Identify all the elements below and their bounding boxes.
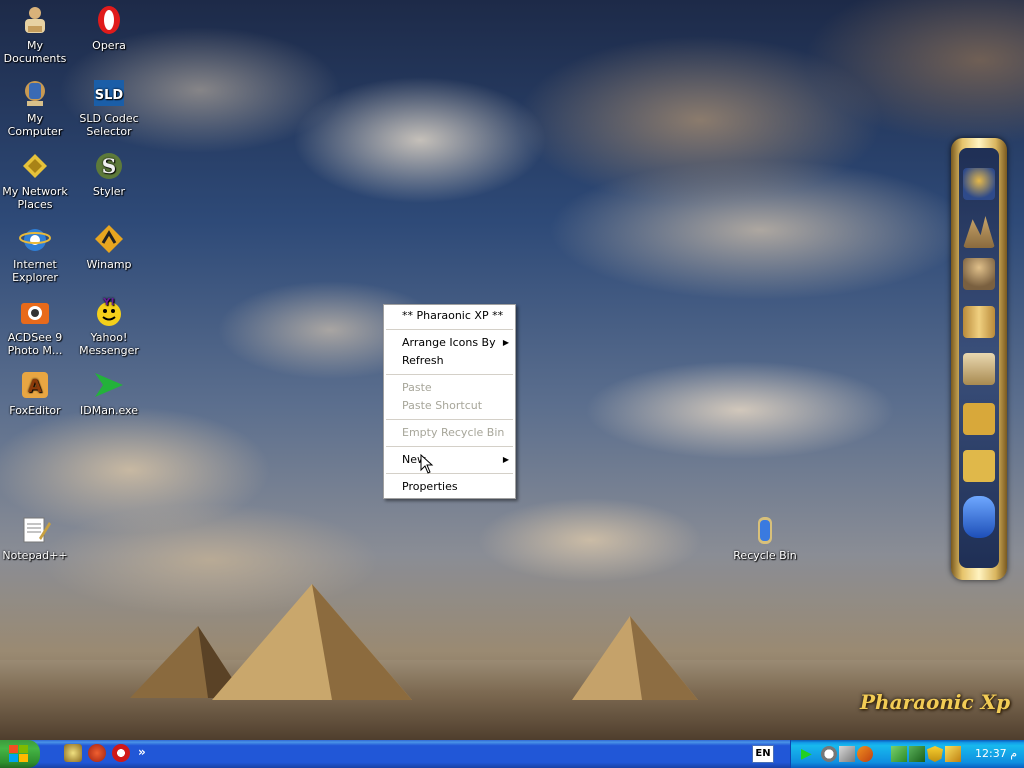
opera-quick-icon[interactable] xyxy=(112,744,130,762)
menu-separator xyxy=(386,329,513,330)
pyramid-right xyxy=(572,616,698,700)
pyramids-icon[interactable] xyxy=(963,216,995,248)
desktop-icon-label: Winamp xyxy=(86,258,132,271)
network-tray-icon[interactable] xyxy=(891,746,907,762)
menu-item-label: Arrange Icons By xyxy=(402,336,496,349)
menu-item-arrange-icons[interactable]: Arrange Icons By ▶ xyxy=(384,334,515,352)
desktop[interactable]: My Documents Opera My Computer SLD SLD C… xyxy=(0,0,1024,740)
desktop-icon-label: Notepad++ xyxy=(2,549,68,562)
desktop-icon-label: Recycle Bin xyxy=(733,549,797,562)
firefox-icon[interactable] xyxy=(88,744,106,762)
pharaonic-xp-logo: Pharaonic Xp xyxy=(860,690,1011,714)
desktop-icon-acdsee[interactable]: ACDSee 9 Photo M... xyxy=(0,296,72,357)
submenu-arrow-icon: ▶ xyxy=(502,455,509,464)
desktop-icon-idman[interactable]: IDMan.exe xyxy=(72,369,146,417)
svg-text:A: A xyxy=(28,376,42,397)
speaker-tray-icon[interactable] xyxy=(945,746,961,762)
menu-separator xyxy=(386,446,513,447)
svg-text:S: S xyxy=(102,154,116,178)
side-dock xyxy=(951,138,1007,580)
recycle-dock-icon[interactable] xyxy=(963,496,995,538)
desktop-icon-my-documents[interactable]: My Documents xyxy=(0,4,72,65)
acdsee-icon xyxy=(21,303,49,324)
desktop-icon-yahoo[interactable]: Y! Yahoo! Messenger xyxy=(72,296,146,357)
menu-item-refresh[interactable]: Refresh xyxy=(384,352,515,370)
desktop-icon-sld-codec[interactable]: SLD SLD Codec Selector xyxy=(72,77,146,138)
desktop-icon-label: Opera xyxy=(92,39,126,52)
desktop-icon-label: My Documents xyxy=(3,39,67,65)
notepad-icon xyxy=(23,517,51,543)
harp-icon[interactable] xyxy=(963,306,995,338)
desktop-icon-label: My Computer xyxy=(7,112,63,138)
desktop-icon-recycle-bin[interactable]: Recycle Bin xyxy=(728,514,802,562)
record-tray-icon[interactable] xyxy=(821,746,837,762)
desktop-icon-foxeditor[interactable]: A FoxEditor xyxy=(0,369,72,417)
start-button[interactable] xyxy=(0,740,40,768)
winamp-icon xyxy=(95,225,123,253)
my-documents-icon xyxy=(25,7,45,33)
desktop-icon-label: SLD Codec Selector xyxy=(79,112,139,138)
foxeditor-icon: A xyxy=(22,372,48,398)
recycle-bin-icon xyxy=(758,517,772,544)
mouse-cursor-icon xyxy=(420,454,434,474)
desktop-icon-winamp[interactable]: Winamp xyxy=(72,223,146,271)
my-computer-icon xyxy=(25,81,45,106)
security-shield-icon[interactable] xyxy=(927,746,943,762)
desktop-icon-label: IDMan.exe xyxy=(80,404,138,417)
system-tray: ▶ 12:37 م xyxy=(790,740,1024,768)
windows-logo-icon xyxy=(9,745,28,762)
menu-item-paste: Paste xyxy=(402,381,432,394)
menu-item-new[interactable]: New ▶ xyxy=(384,451,515,469)
menu-item-properties[interactable]: Properties xyxy=(384,478,515,496)
desktop-icon-notepad[interactable]: Notepad++ xyxy=(0,514,72,562)
quick-launch-expand-icon[interactable]: » xyxy=(138,744,156,762)
play-tray-icon[interactable]: ▶ xyxy=(801,746,817,762)
language-indicator[interactable]: EN xyxy=(752,745,774,763)
desktop-icon-my-network[interactable]: My Network Places xyxy=(0,150,72,211)
desktop-icon-label: Internet Explorer xyxy=(12,258,58,284)
desktop-icon-label: Yahoo! Messenger xyxy=(79,331,139,357)
tools-icon[interactable] xyxy=(963,403,995,435)
opera-icon xyxy=(98,6,120,34)
svg-text:SLD: SLD xyxy=(95,88,124,103)
context-menu: ** Pharaonic XP ** Arrange Icons By ▶ Re… xyxy=(383,304,516,499)
printer-tray-icon[interactable] xyxy=(909,746,925,762)
clock[interactable]: 12:37 م xyxy=(975,740,1017,768)
book-icon[interactable] xyxy=(963,353,995,385)
tray-app-icon[interactable] xyxy=(857,746,873,762)
seated-scribe-icon[interactable] xyxy=(963,258,995,290)
svg-text:Y!: Y! xyxy=(102,297,115,308)
yahoo-icon: Y! xyxy=(97,297,121,326)
menu-item-paste-shortcut: Paste Shortcut xyxy=(402,399,483,412)
desktop-icon-label: ACDSee 9 Photo M... xyxy=(7,331,63,357)
registry-icon[interactable] xyxy=(963,450,995,482)
ie-icon xyxy=(19,229,51,251)
desktop-icon-opera[interactable]: Opera xyxy=(72,4,146,52)
submenu-arrow-icon: ▶ xyxy=(502,338,509,347)
show-desktop-icon[interactable] xyxy=(64,744,82,762)
idman-icon xyxy=(95,373,123,397)
desktop-icon-internet-explorer[interactable]: Internet Explorer xyxy=(0,223,72,284)
desktop-icon-label: FoxEditor xyxy=(9,404,61,417)
desktop-icon-my-computer[interactable]: My Computer xyxy=(0,77,72,138)
menu-item-empty-recycle-bin: Empty Recycle Bin xyxy=(402,426,505,439)
menu-separator xyxy=(386,419,513,420)
desktop-icon-label: My Network Places xyxy=(2,185,68,211)
styler-icon: S xyxy=(96,153,122,179)
desktop-icon-styler[interactable]: S Styler xyxy=(72,150,146,198)
pyramid-center xyxy=(212,584,412,700)
codec-icon: SLD xyxy=(94,80,124,106)
pharaoh-mask-icon[interactable] xyxy=(963,168,995,200)
menu-item-pharaonic-header[interactable]: ** Pharaonic XP ** xyxy=(384,307,515,325)
desktop-icon-label: Styler xyxy=(92,185,126,198)
dock-panel xyxy=(959,148,999,568)
taskbar: » EN ▶ 12:37 م xyxy=(0,740,1024,768)
menu-separator xyxy=(386,473,513,474)
search-tray-icon[interactable] xyxy=(839,746,855,762)
menu-separator xyxy=(386,374,513,375)
network-icon xyxy=(23,154,47,178)
